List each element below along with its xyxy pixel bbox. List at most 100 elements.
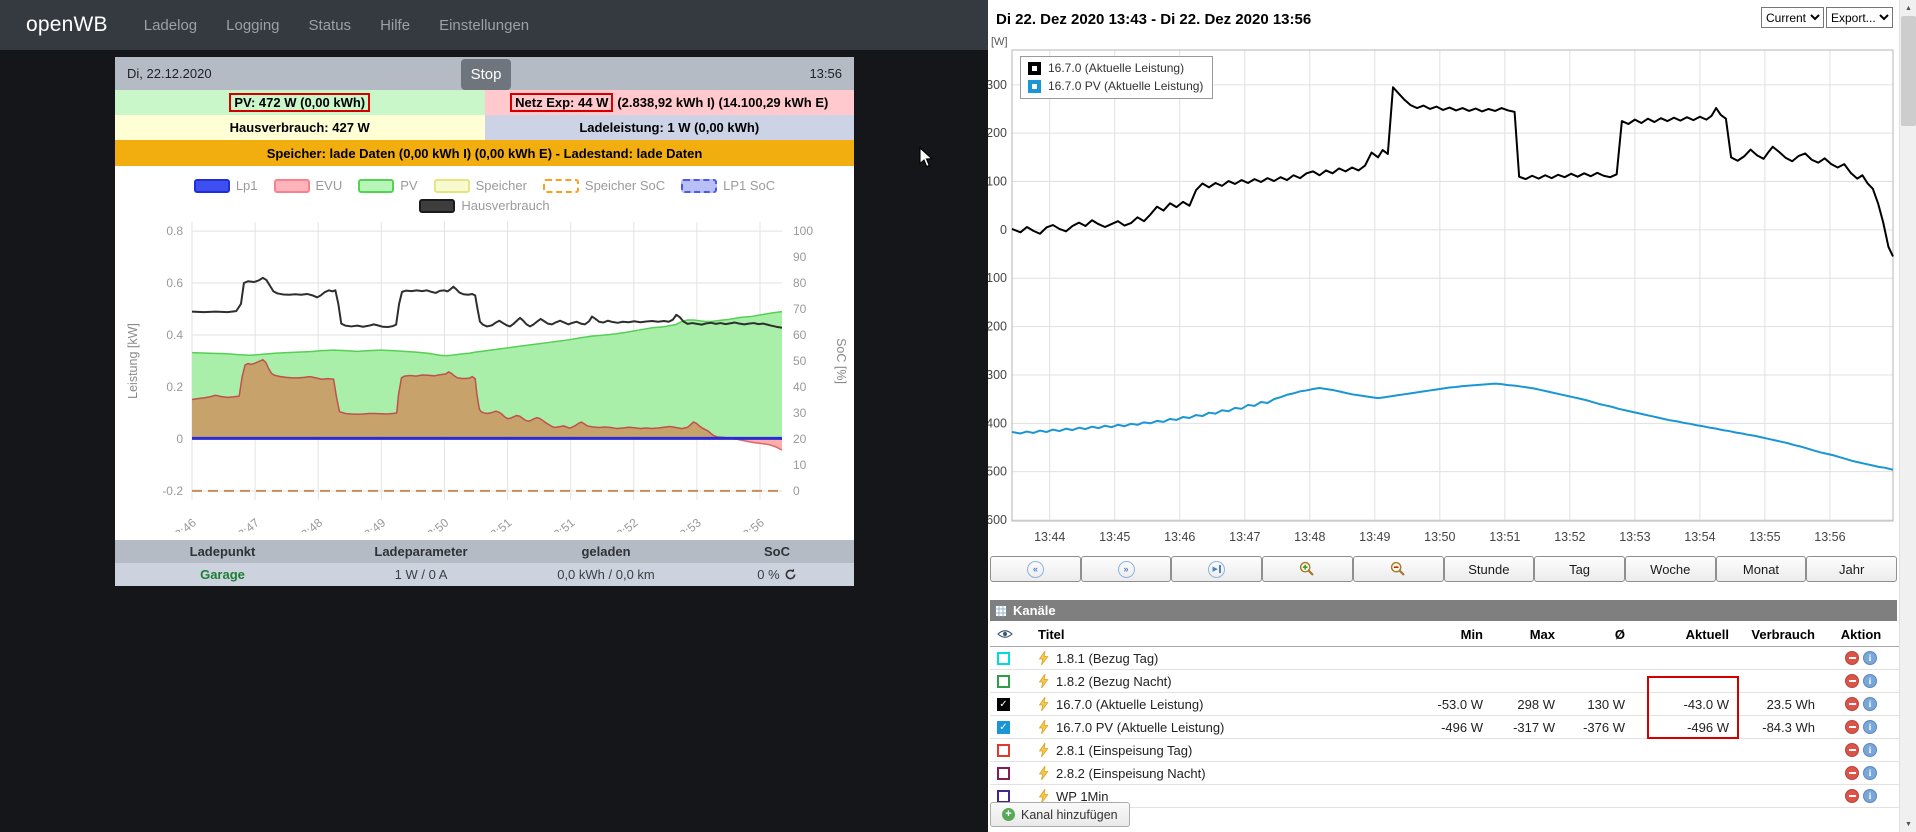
remove-channel-icon[interactable] [1845,789,1859,803]
nav-item-ladelog[interactable]: Ladelog [144,17,197,34]
scrollbar-up-icon[interactable]: ▲ [1900,0,1916,16]
svg-text:13:44: 13:44 [1034,530,1065,544]
channel-visibility-checkbox[interactable] [997,789,1010,803]
zoom-out-button[interactable] [1352,556,1444,582]
channel-visibility-checkbox[interactable] [997,766,1010,780]
channel-info-icon[interactable]: i [1863,766,1877,780]
eye-icon[interactable] [997,629,1013,639]
channel-info-icon[interactable]: i [1863,697,1877,711]
current-select[interactable]: Current [1761,7,1824,28]
range-button-woche[interactable]: Woche [1624,556,1716,582]
channel-title[interactable]: 1.8.1 (Bezug Tag) [1056,651,1158,666]
minus-glyph [1848,657,1856,659]
channel-actions: i [1823,651,1899,665]
legend-item-evu: EVU [273,178,342,193]
legend-label: PV [400,178,418,193]
channel-verbrauch: 23.5 Wh [1766,696,1815,712]
channel-info-icon[interactable]: i [1863,651,1877,665]
svg-text:-500: -500 [988,465,1007,479]
svg-text:13:52: 13:52 [609,515,641,532]
channel-title[interactable]: 1.8.2 (Bezug Nacht) [1056,674,1172,689]
svg-text:-600: -600 [988,513,1007,527]
svg-text:-300: -300 [988,368,1007,382]
channel-info-icon[interactable]: i [1863,720,1877,734]
svg-text:13:50: 13:50 [1424,530,1455,544]
scrollbar-thumb[interactable] [1901,16,1916,126]
channel-row: ✓ 16.7.0 (Aktuelle Leistung) -53.0 W 298 W 1… [990,693,1899,716]
channel-visibility-checkbox[interactable] [997,743,1010,757]
remove-channel-icon[interactable] [1845,743,1859,757]
skip-to-now-icon: ▶ [1208,560,1226,578]
svg-text:0.4: 0.4 [166,328,183,342]
vertical-scrollbar[interactable]: ▲ ▼ [1899,0,1916,832]
skip-to-now-button[interactable]: ▶ [1171,556,1263,582]
svg-text:60: 60 [793,328,807,342]
date-label: Di, 22.12.2020 [127,66,212,81]
svg-text:0.6: 0.6 [166,276,183,290]
legend-item-16-7-0-pv-aktuelle-leistung-: 16.7.0 PV (Aktuelle Leistung) [1028,79,1203,93]
channel-visibility-checkbox[interactable] [997,674,1010,688]
forward-button[interactable]: » [1080,556,1172,582]
remove-channel-icon[interactable] [1845,697,1859,711]
svg-text:Leistung [kW]: Leistung [kW] [126,323,140,399]
minus-glyph [1848,703,1856,705]
remove-channel-icon[interactable] [1845,720,1859,734]
channel-row: 1.8.2 (Bezug Nacht) i [990,670,1899,693]
openwb-brand[interactable]: openWB [26,13,108,37]
channel-visibility-checkbox[interactable]: ✓ [997,720,1010,734]
svg-text:0.2: 0.2 [166,380,183,394]
export-select[interactable]: Export... [1826,7,1893,28]
scrollbar-down-icon[interactable]: ▼ [1900,816,1916,832]
zoom-in-button[interactable] [1262,556,1353,582]
remove-channel-icon[interactable] [1845,674,1859,688]
svg-text:13:48: 13:48 [1294,530,1325,544]
svg-text:13:52: 13:52 [1554,530,1585,544]
channel-title[interactable]: 2.8.2 (Einspeisung Nacht) [1056,766,1206,781]
time-range-title: Di 22. Dez 2020 13:43 - Di 22. Dez 2020 … [996,11,1312,28]
svg-text:13:56: 13:56 [735,515,767,532]
nav-item-hilfe[interactable]: Hilfe [380,17,410,34]
svg-text:13:55: 13:55 [1749,530,1780,544]
lightning-icon [1038,697,1049,711]
range-button-tag[interactable]: Tag [1534,556,1625,582]
channel-info-icon[interactable]: i [1863,789,1877,803]
remove-channel-icon[interactable] [1845,651,1859,665]
legend-label: 16.7.0 PV (Aktuelle Leistung) [1048,79,1204,93]
skip-bar [1218,565,1221,573]
channel-title[interactable]: 16.7.0 (Aktuelle Leistung) [1056,697,1203,712]
svg-text:13:51: 13:51 [482,515,514,532]
channel-min: -496 W [1441,719,1483,735]
channel-info-icon[interactable]: i [1863,743,1877,757]
legend-swatch [542,178,579,193]
ladepunkt-col-ladeparameter: Ladeparameter [374,544,468,559]
channel-info-icon[interactable]: i [1863,674,1877,688]
range-button-monat[interactable]: Monat [1715,556,1807,582]
add-channel-button[interactable]: + Kanal hinzufügen [990,802,1130,827]
channel-title[interactable]: 16.7.0 PV (Aktuelle Leistung) [1056,720,1224,735]
refresh-icon[interactable] [784,568,797,581]
soc-cell: 0 % [700,567,854,582]
channel-visibility-cell [990,651,1020,665]
channel-min: -53.0 W [1437,696,1483,712]
volkszaehler-panel: Di 22. Dez 2020 13:43 - Di 22. Dez 2020 … [988,0,1916,832]
channel-visibility-checkbox[interactable]: ✓ [997,697,1010,711]
nav-item-einstellungen[interactable]: Einstellungen [439,17,529,34]
rewind-button[interactable]: « [990,556,1081,582]
svg-text:100: 100 [793,224,813,238]
stop-button[interactable]: Stop [461,59,511,90]
remove-channel-icon[interactable] [1845,766,1859,780]
channel-actions: i [1823,789,1899,803]
speicher-row: Speicher: lade Daten (0,00 kWh I) (0,00 … [115,140,854,166]
nav-item-status[interactable]: Status [309,17,352,34]
chart-legend-row2: Hausverbrauch [115,197,854,214]
chart-legend-row1: Lp1 EVU PV Speicher Speicher SoC LP1 SoC [115,177,854,194]
ladepunkt-name: Garage [200,567,245,582]
range-button-jahr[interactable]: Jahr [1806,556,1898,582]
svg-text:13:45: 13:45 [1099,530,1130,544]
channel-visibility-checkbox[interactable] [997,651,1010,665]
nav-item-logging[interactable]: Logging [226,17,279,34]
svg-text:10: 10 [793,458,807,472]
channels-table-body: 1.8.1 (Bezug Tag) i 1.8.2 (Bezug Nacht) i ✓ 1… [990,647,1899,808]
channel-title[interactable]: 2.8.1 (Einspeisung Tag) [1056,743,1192,758]
range-button-stunde[interactable]: Stunde [1443,556,1535,582]
